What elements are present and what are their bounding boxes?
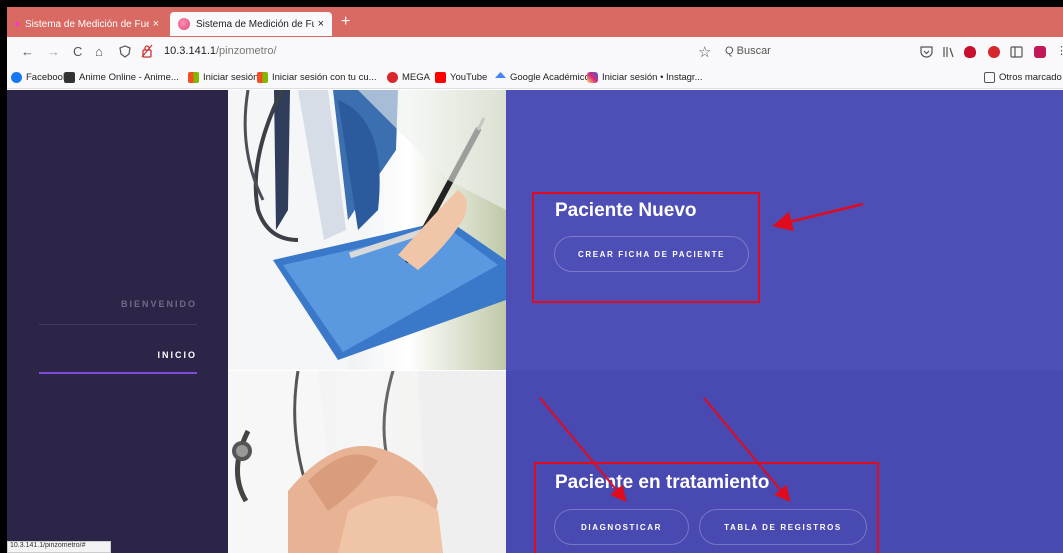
status-url: 10.3.141.1/pinzometro/# — [7, 541, 111, 553]
back-icon[interactable]: ← — [21, 44, 34, 59]
tab-close-icon[interactable]: × — [318, 18, 324, 30]
bookmark-star-icon[interactable]: ☆ — [698, 43, 711, 61]
doctor-photo — [228, 90, 506, 370]
holding-hands-illustration — [228, 371, 506, 553]
home-icon[interactable]: ⌂ — [95, 44, 103, 59]
anime-online-icon — [64, 72, 75, 83]
insecure-lock-icon[interactable] — [141, 44, 153, 58]
bookmark-item[interactable]: Anime Online - Anime... — [64, 72, 179, 83]
search-field[interactable]: Q Buscar — [725, 45, 771, 57]
pocket-icon[interactable] — [920, 46, 933, 58]
sidebar-welcome: BIENVENIDO — [120, 299, 197, 309]
holding-hands-photo — [228, 371, 506, 553]
bookmarks-bar: Facebook Anime Online - Anime... Iniciar… — [7, 67, 1063, 89]
bookmark-item[interactable]: YouTube — [435, 72, 487, 83]
other-bookmarks-label: Otros marcado — [999, 72, 1062, 83]
mega-icon — [387, 72, 398, 83]
abp-extension-icon[interactable] — [988, 46, 1000, 58]
bookmark-label: Iniciar sesión con tu cu... — [272, 72, 377, 83]
bookmark-item[interactable]: Facebook — [11, 72, 68, 83]
bookmark-label: MEGA — [402, 72, 430, 83]
browser-window: Sistema de Medición de Fuerza × Sistema … — [7, 7, 1063, 553]
tab-inactive[interactable]: Sistema de Medición de Fuerza × — [7, 12, 167, 36]
tab-title: Sistema de Medición de Fuerza — [196, 18, 314, 30]
sidebar-item-inicio[interactable]: INICIO — [157, 350, 197, 360]
reload-icon[interactable]: C — [73, 44, 82, 59]
bookmark-item[interactable]: Iniciar sesión con tu cu... — [257, 72, 377, 83]
shield-icon[interactable] — [119, 45, 131, 58]
forward-icon[interactable]: → — [47, 44, 60, 59]
bookmark-label: Iniciar sesión — [203, 72, 259, 83]
url-path: /pinzometro/ — [216, 45, 277, 57]
bookmark-item[interactable]: Google Académico — [495, 72, 590, 83]
bookmark-item[interactable]: Iniciar sesión • Instagr... — [587, 72, 702, 83]
highlight-box-treatment — [534, 462, 879, 553]
highlight-box-new-patient — [532, 192, 760, 303]
folder-icon — [984, 72, 995, 83]
new-tab-icon[interactable]: + — [341, 13, 350, 31]
microsoft-icon — [257, 72, 268, 83]
sidebar-divider — [39, 324, 197, 325]
bookmark-item[interactable]: Iniciar sesión — [188, 72, 258, 83]
menu-icon[interactable]: ⋮ — [1056, 44, 1063, 57]
tab-active[interactable]: Sistema de Medición de Fuerza × — [170, 12, 332, 36]
bookmark-label: Iniciar sesión • Instagr... — [602, 72, 703, 83]
other-bookmarks[interactable]: Otros marcado — [984, 72, 1062, 83]
doctor-clipboard-illustration — [228, 90, 506, 370]
bookmark-item[interactable]: MEGA — [387, 72, 430, 83]
url-bar[interactable]: 10.3.141.1/pinzometro/ — [164, 45, 277, 57]
microsoft-icon — [188, 72, 199, 83]
sidebar-toggle-icon[interactable] — [1010, 46, 1023, 58]
sidebar: BIENVENIDO INICIO — [7, 90, 228, 553]
bookmark-label: Google Académico — [510, 72, 590, 83]
instagram-icon — [587, 72, 598, 83]
bookmark-label: YouTube — [450, 72, 488, 83]
tab-favicon-icon — [178, 18, 190, 30]
tab-title: Sistema de Medición de Fuerza — [25, 18, 149, 30]
url-host: 10.3.141.1 — [164, 45, 216, 57]
mega-extension-icon[interactable] — [1034, 46, 1046, 58]
bookmark-label: Anime Online - Anime... — [79, 72, 179, 83]
ublock-extension-icon[interactable] — [964, 46, 976, 58]
library-icon[interactable] — [942, 46, 954, 58]
navigation-bar: ← → C ⌂ 10.3.141.1/pinzometro/ ☆ Q Busca… — [7, 37, 1063, 67]
tab-close-icon[interactable]: × — [153, 18, 159, 30]
google-scholar-icon — [495, 72, 506, 79]
tab-bar: Sistema de Medición de Fuerza × Sistema … — [7, 7, 1063, 37]
tab-favicon-icon — [15, 22, 19, 26]
facebook-icon — [11, 72, 22, 83]
bookmark-label: Facebook — [26, 72, 68, 83]
sidebar-active-indicator — [39, 372, 197, 374]
youtube-icon — [435, 72, 446, 83]
page-content: BIENVENIDO INICIO Paciente Nuevo CREAR F… — [7, 90, 1063, 553]
